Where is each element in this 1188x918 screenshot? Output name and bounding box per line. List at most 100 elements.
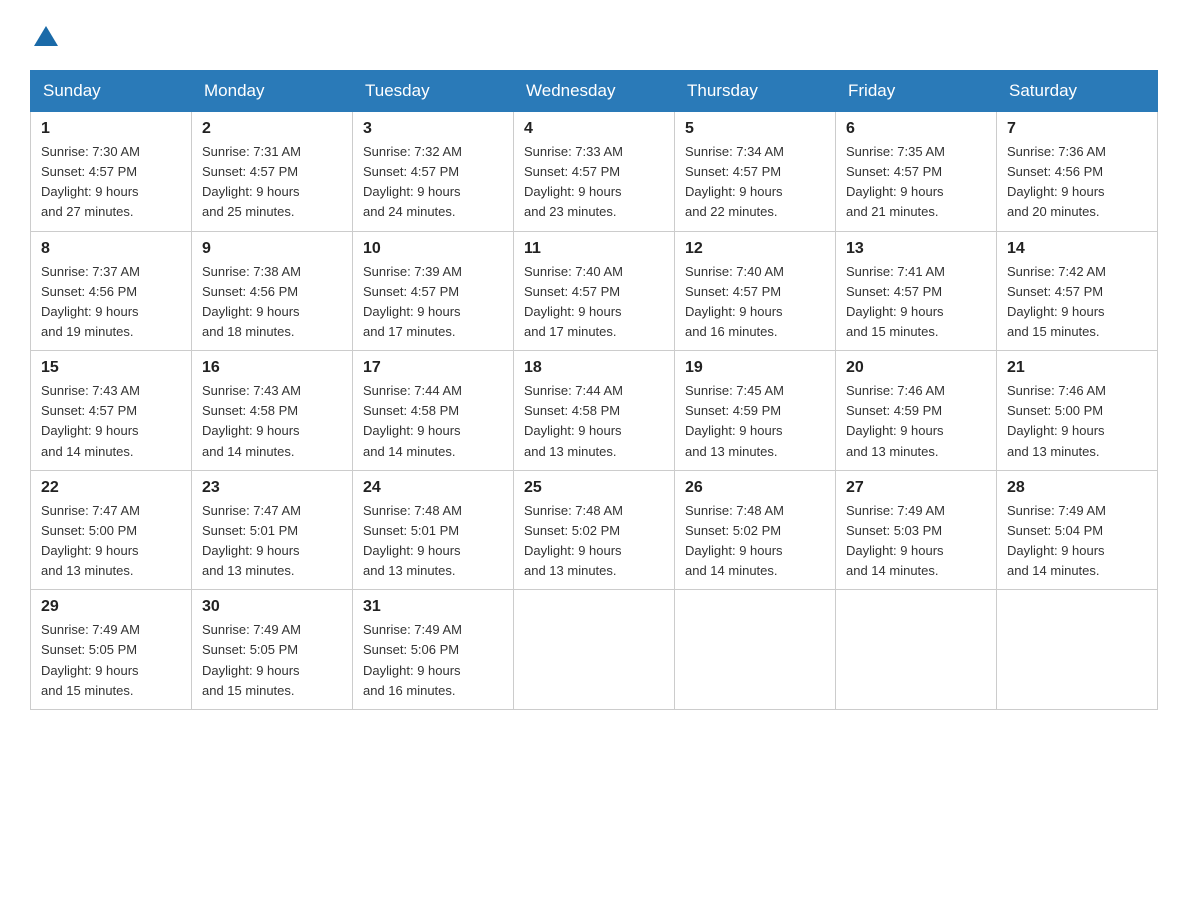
day-number: 12 (685, 240, 825, 258)
calendar-cell: 10 Sunrise: 7:39 AMSunset: 4:57 PMDayligh… (353, 231, 514, 351)
calendar-cell: 2Sunrise: 7:31 AMSunset: 4:57 PMDaylight… (192, 112, 353, 232)
day-info: Sunrise: 7:32 AMSunset: 4:57 PMDaylight:… (363, 142, 503, 223)
logo (30, 20, 60, 50)
calendar-cell (675, 590, 836, 710)
calendar-cell: 20Sunrise: 7:46 AMSunset: 4:59 PMDayligh… (836, 351, 997, 471)
day-info: Sunrise: 7:44 AMSunset: 4:58 PMDaylight:… (524, 381, 664, 462)
day-number: 23 (202, 479, 342, 497)
day-number: 10 (363, 240, 503, 258)
day-info: Sunrise: 7:45 AMSunset: 4:59 PMDaylight:… (685, 381, 825, 462)
day-number: 22 (41, 479, 181, 497)
day-number: 3 (363, 120, 503, 138)
day-info: Sunrise: 7:48 AMSunset: 5:02 PMDaylight:… (685, 501, 825, 582)
calendar-week-row: 29 Sunrise: 7:49 AMSunset: 5:05 PMDayligh… (31, 590, 1158, 710)
day-info: Sunrise: 7:49 AMSunset: 5:04 PMDaylight:… (1007, 501, 1147, 582)
calendar-cell: 19 Sunrise: 7:45 AMSunset: 4:59 PMDayligh… (675, 351, 836, 471)
day-info: Sunrise: 7:38 AMSunset: 4:56 PMDaylight:… (202, 262, 342, 343)
logo-triangle-icon (32, 22, 60, 50)
day-info: Sunrise: 7:49 AMSunset: 5:06 PMDaylight:… (363, 620, 503, 701)
day-number: 6 (846, 120, 986, 138)
day-number: 14 (1007, 240, 1147, 258)
calendar-cell: 30 Sunrise: 7:49 AMSunset: 5:05 PMDayligh… (192, 590, 353, 710)
calendar-cell: 18Sunrise: 7:44 AMSunset: 4:58 PMDayligh… (514, 351, 675, 471)
calendar-cell: 11Sunrise: 7:40 AMSunset: 4:57 PMDayligh… (514, 231, 675, 351)
day-info: Sunrise: 7:48 AMSunset: 5:02 PMDaylight:… (524, 501, 664, 582)
calendar-cell: 28 Sunrise: 7:49 AMSunset: 5:04 PMDayligh… (997, 470, 1158, 590)
calendar-cell (514, 590, 675, 710)
day-info: Sunrise: 7:47 AMSunset: 5:00 PMDaylight:… (41, 501, 181, 582)
calendar-cell: 14 Sunrise: 7:42 AMSunset: 4:57 PMDayligh… (997, 231, 1158, 351)
day-info: Sunrise: 7:34 AMSunset: 4:57 PMDaylight:… (685, 142, 825, 223)
column-header-wednesday: Wednesday (514, 71, 675, 112)
calendar-cell: 24Sunrise: 7:48 AMSunset: 5:01 PMDayligh… (353, 470, 514, 590)
calendar-cell: 22 Sunrise: 7:47 AMSunset: 5:00 PMDayligh… (31, 470, 192, 590)
day-number: 30 (202, 598, 342, 616)
column-header-thursday: Thursday (675, 71, 836, 112)
calendar-cell: 31 Sunrise: 7:49 AMSunset: 5:06 PMDayligh… (353, 590, 514, 710)
day-number: 13 (846, 240, 986, 258)
day-info: Sunrise: 7:43 AMSunset: 4:58 PMDaylight:… (202, 381, 342, 462)
calendar-cell: 5 Sunrise: 7:34 AMSunset: 4:57 PMDaylight… (675, 112, 836, 232)
page-header (30, 20, 1158, 50)
calendar-cell: 27Sunrise: 7:49 AMSunset: 5:03 PMDayligh… (836, 470, 997, 590)
column-header-friday: Friday (836, 71, 997, 112)
calendar-cell (836, 590, 997, 710)
day-info: Sunrise: 7:46 AMSunset: 5:00 PMDaylight:… (1007, 381, 1147, 462)
day-info: Sunrise: 7:36 AMSunset: 4:56 PMDaylight:… (1007, 142, 1147, 223)
calendar-week-row: 22 Sunrise: 7:47 AMSunset: 5:00 PMDayligh… (31, 470, 1158, 590)
day-number: 19 (685, 359, 825, 377)
day-number: 4 (524, 120, 664, 138)
column-header-tuesday: Tuesday (353, 71, 514, 112)
day-number: 8 (41, 240, 181, 258)
day-number: 17 (363, 359, 503, 377)
day-number: 24 (363, 479, 503, 497)
day-info: Sunrise: 7:42 AMSunset: 4:57 PMDaylight:… (1007, 262, 1147, 343)
day-number: 21 (1007, 359, 1147, 377)
day-info: Sunrise: 7:43 AMSunset: 4:57 PMDaylight:… (41, 381, 181, 462)
calendar-cell: 16 Sunrise: 7:43 AMSunset: 4:58 PMDayligh… (192, 351, 353, 471)
day-info: Sunrise: 7:40 AMSunset: 4:57 PMDaylight:… (524, 262, 664, 343)
day-info: Sunrise: 7:37 AMSunset: 4:56 PMDaylight:… (41, 262, 181, 343)
day-number: 16 (202, 359, 342, 377)
calendar-cell: 3 Sunrise: 7:32 AMSunset: 4:57 PMDaylight… (353, 112, 514, 232)
day-number: 7 (1007, 120, 1147, 138)
day-number: 27 (846, 479, 986, 497)
calendar-cell: 6Sunrise: 7:35 AMSunset: 4:57 PMDaylight… (836, 112, 997, 232)
calendar-week-row: 1Sunrise: 7:30 AMSunset: 4:57 PMDaylight… (31, 112, 1158, 232)
calendar-cell: 23 Sunrise: 7:47 AMSunset: 5:01 PMDayligh… (192, 470, 353, 590)
calendar-cell: 13Sunrise: 7:41 AMSunset: 4:57 PMDayligh… (836, 231, 997, 351)
day-info: Sunrise: 7:39 AMSunset: 4:57 PMDaylight:… (363, 262, 503, 343)
day-info: Sunrise: 7:33 AMSunset: 4:57 PMDaylight:… (524, 142, 664, 223)
calendar-cell: 21 Sunrise: 7:46 AMSunset: 5:00 PMDayligh… (997, 351, 1158, 471)
day-number: 28 (1007, 479, 1147, 497)
day-number: 31 (363, 598, 503, 616)
day-number: 2 (202, 120, 342, 138)
calendar-header-row: SundayMondayTuesdayWednesdayThursdayFrid… (31, 71, 1158, 112)
day-info: Sunrise: 7:30 AMSunset: 4:57 PMDaylight:… (41, 142, 181, 223)
calendar-cell: 26 Sunrise: 7:48 AMSunset: 5:02 PMDayligh… (675, 470, 836, 590)
calendar-cell: 12 Sunrise: 7:40 AMSunset: 4:57 PMDayligh… (675, 231, 836, 351)
day-number: 26 (685, 479, 825, 497)
calendar-week-row: 8 Sunrise: 7:37 AMSunset: 4:56 PMDaylight… (31, 231, 1158, 351)
day-number: 5 (685, 120, 825, 138)
calendar-cell (997, 590, 1158, 710)
calendar-cell: 15 Sunrise: 7:43 AMSunset: 4:57 PMDayligh… (31, 351, 192, 471)
calendar-cell: 4 Sunrise: 7:33 AMSunset: 4:57 PMDaylight… (514, 112, 675, 232)
column-header-monday: Monday (192, 71, 353, 112)
day-number: 9 (202, 240, 342, 258)
day-info: Sunrise: 7:44 AMSunset: 4:58 PMDaylight:… (363, 381, 503, 462)
day-number: 20 (846, 359, 986, 377)
day-number: 25 (524, 479, 664, 497)
day-number: 29 (41, 598, 181, 616)
day-info: Sunrise: 7:49 AMSunset: 5:05 PMDaylight:… (41, 620, 181, 701)
calendar-cell: 9 Sunrise: 7:38 AMSunset: 4:56 PMDaylight… (192, 231, 353, 351)
day-number: 15 (41, 359, 181, 377)
day-info: Sunrise: 7:40 AMSunset: 4:57 PMDaylight:… (685, 262, 825, 343)
column-header-sunday: Sunday (31, 71, 192, 112)
calendar-cell: 17 Sunrise: 7:44 AMSunset: 4:58 PMDayligh… (353, 351, 514, 471)
calendar-cell: 1Sunrise: 7:30 AMSunset: 4:57 PMDaylight… (31, 112, 192, 232)
column-header-saturday: Saturday (997, 71, 1158, 112)
calendar-table: SundayMondayTuesdayWednesdayThursdayFrid… (30, 70, 1158, 710)
day-info: Sunrise: 7:49 AMSunset: 5:05 PMDaylight:… (202, 620, 342, 701)
day-info: Sunrise: 7:47 AMSunset: 5:01 PMDaylight:… (202, 501, 342, 582)
